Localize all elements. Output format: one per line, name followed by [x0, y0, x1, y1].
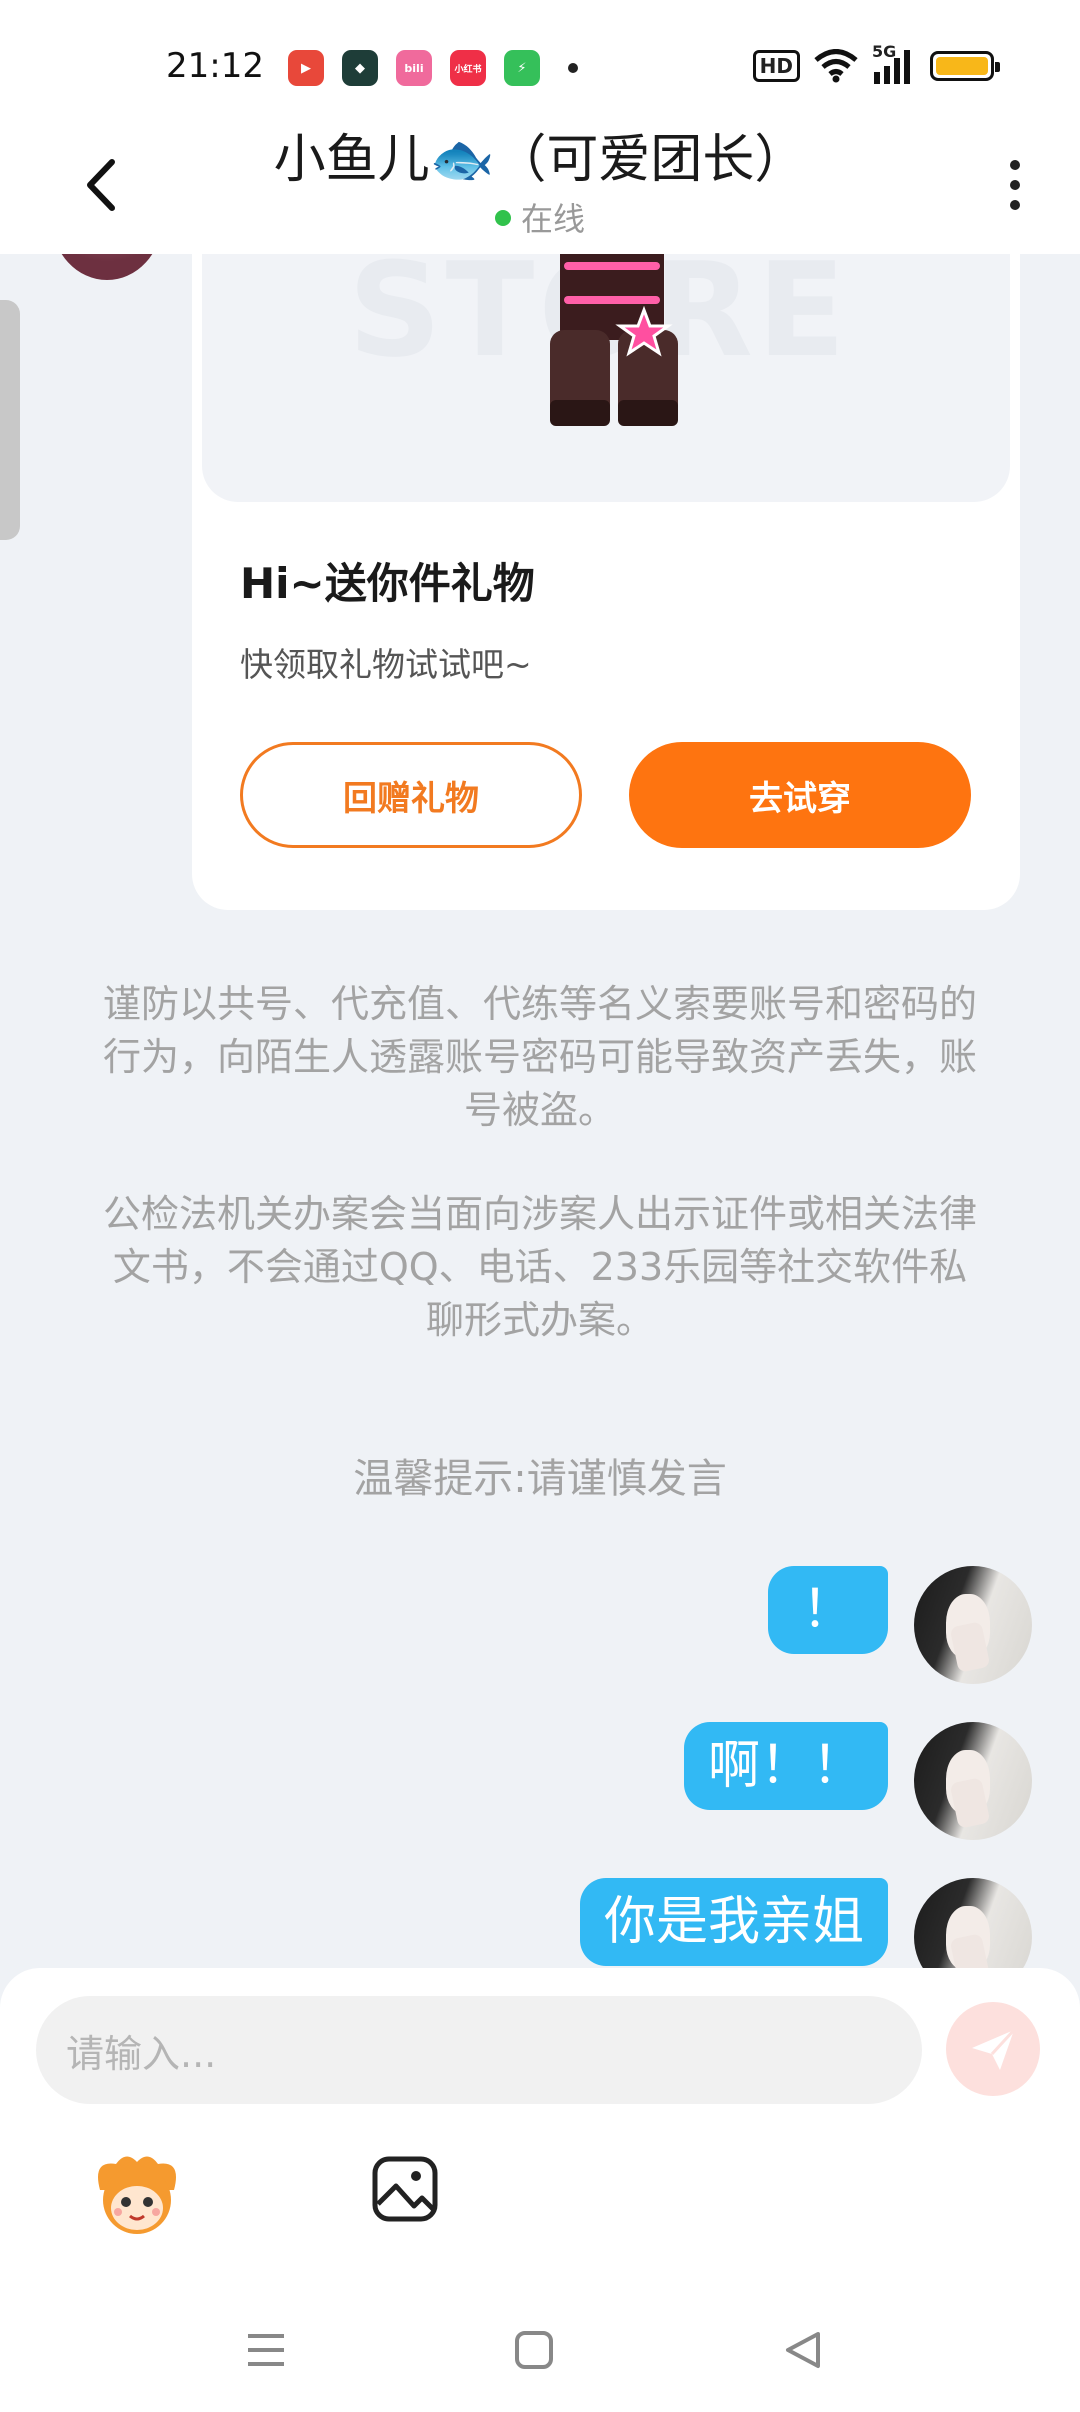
cellular-signal-icon: 5G: [872, 42, 916, 84]
online-status: 在线: [0, 194, 1080, 240]
more-notifications-dot: [568, 63, 578, 73]
message-input[interactable]: 请输入...: [36, 1996, 922, 2104]
message-bubble[interactable]: 啊！！: [683, 1722, 888, 1810]
security-warning-account: 谨防以共号、代充值、代练等名义索要账号和密码的行为，向陌生人透露账号密码可能导致…: [102, 982, 977, 1132]
gift-subtitle: 快领取礼物试试吧~: [240, 645, 532, 684]
square-icon: [515, 2331, 553, 2369]
xiaohongshu-app-icon: 小红书: [450, 50, 486, 86]
gift-card: AVATAR STORE Hi~送你件礼物 快领取礼物试试吧~ 回赠礼物 去试穿: [192, 150, 1020, 910]
bilibili-app-icon: bili: [396, 50, 432, 86]
video-app-icon: ▶: [288, 50, 324, 86]
security-warning-police: 公检法机关办案会当面向涉案人出示证件或相关法律文书，不会通过QQ、电话、233乐…: [102, 1192, 977, 1342]
chat-title: 小鱼儿🐟（可爱团长）: [273, 130, 807, 190]
nav-menu-button[interactable]: [236, 2320, 296, 2380]
status-bar: 21:12 ▶ ◆ bili 小红书 ⚡ HD 5G: [0, 0, 1080, 130]
message-bubble[interactable]: ！: [767, 1566, 888, 1654]
message-input-placeholder: 请输入...: [66, 2031, 217, 2076]
send-icon: [972, 2028, 1016, 2070]
more-options-button[interactable]: [990, 152, 1040, 218]
notification-icons: ▶ ◆ bili 小红书 ⚡: [288, 50, 578, 86]
hd-icon: HD: [752, 50, 800, 82]
message-row: ！: [767, 1566, 1032, 1684]
my-avatar[interactable]: [914, 1722, 1032, 1840]
message-row: 啊！！: [683, 1722, 1032, 1840]
gift-title: Hi~送你件礼物: [240, 559, 535, 608]
security-app-icon: ⚡: [504, 50, 540, 86]
menu-icon: [248, 2334, 284, 2366]
online-status-label: 在线: [520, 200, 585, 238]
online-dot-icon: [494, 210, 511, 226]
status-time: 21:12: [166, 46, 264, 86]
send-button[interactable]: [946, 2002, 1040, 2096]
return-gift-button[interactable]: 回赠礼物: [240, 742, 582, 848]
system-icons: HD 5G: [752, 42, 1000, 84]
image-icon[interactable]: [370, 2154, 440, 2224]
caution-tip: 温馨提示:请谨慎发言: [353, 1456, 727, 1502]
nav-home-button[interactable]: [504, 2320, 564, 2380]
message-bubble[interactable]: 你是我亲姐: [579, 1878, 888, 1966]
mascot-icon[interactable]: [92, 2150, 182, 2240]
try-on-button[interactable]: 去试穿: [629, 742, 971, 848]
my-avatar[interactable]: [914, 1566, 1032, 1684]
triangle-back-icon: [786, 2332, 820, 2368]
battery-icon: [930, 51, 1000, 81]
chat-header: 小鱼儿🐟（可爱团长） 在线: [0, 130, 1080, 254]
side-drawer-handle[interactable]: [0, 300, 20, 540]
shield-app-icon: ◆: [342, 50, 378, 86]
wifi-icon: [814, 49, 858, 83]
nav-back-button[interactable]: [772, 2320, 832, 2380]
